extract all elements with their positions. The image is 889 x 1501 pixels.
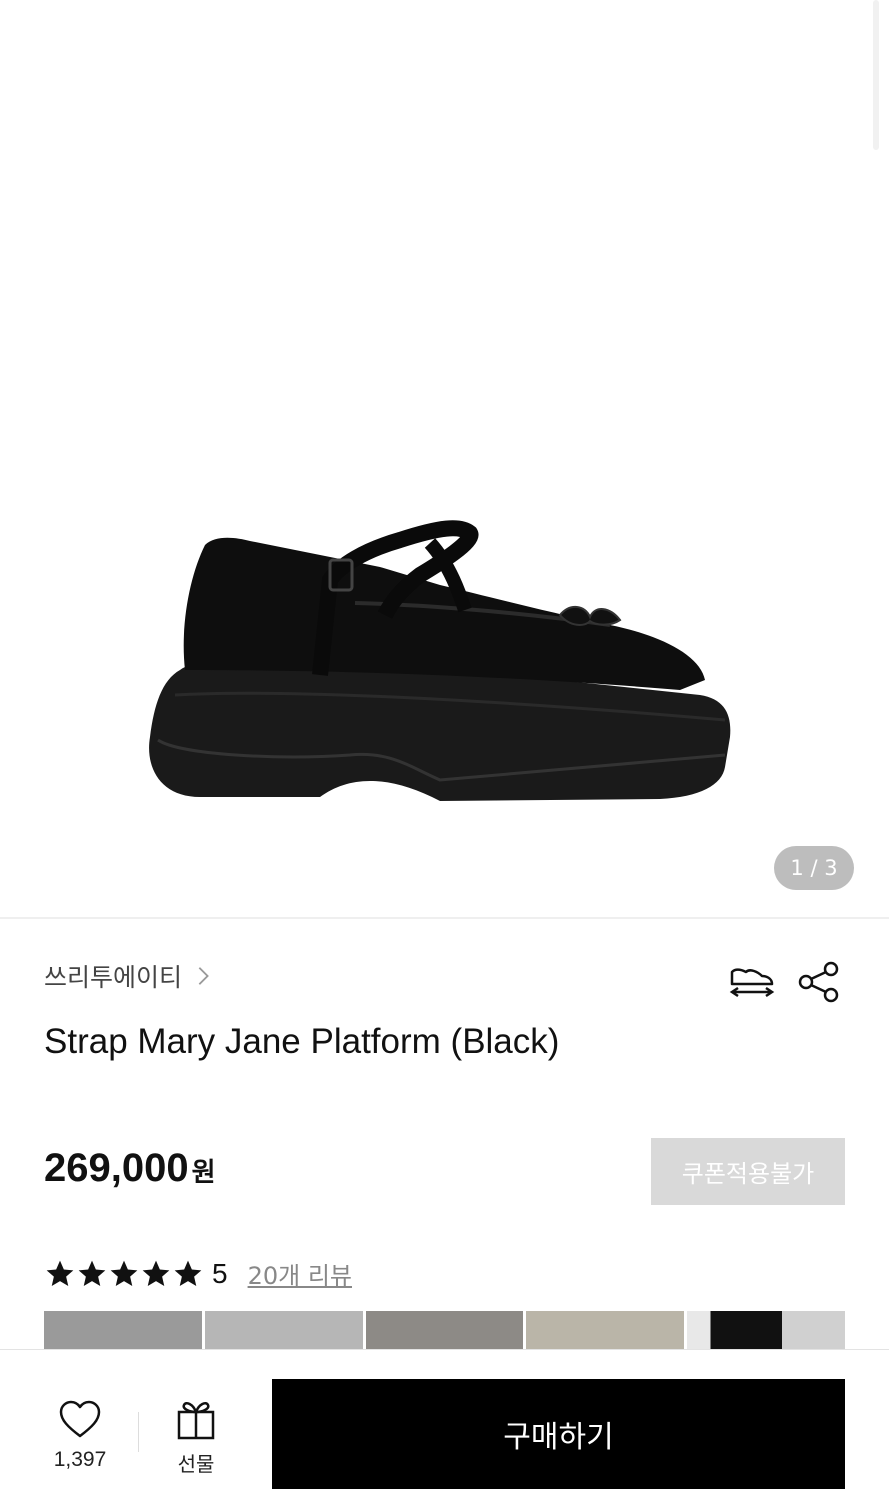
brand-link[interactable]: 쓰리투에이티 [44,958,214,994]
review-thumbnail[interactable] [365,1311,524,1349]
product-image [149,520,731,801]
product-title: Strap Mary Jane Platform (Black) [44,1022,560,1061]
rating-stars [44,1258,204,1290]
chevron-right-icon [198,967,209,985]
review-thumbnail[interactable] [204,1311,363,1349]
star-icon [78,1260,106,1286]
coupon-unavailable-button[interactable]: 쿠폰적용불가 [651,1138,845,1205]
section-divider [0,917,889,919]
gift-icon [177,1402,215,1440]
gallery-scrollbar [873,0,879,150]
review-thumbnail[interactable] [44,1311,202,1349]
shoe-size-icon[interactable] [728,958,776,1006]
bottom-action-bar: 1,397 선물 구매하기 [0,1349,889,1501]
review-thumbnail[interactable] [687,1311,845,1349]
share-icon[interactable] [797,960,841,1004]
star-icon [110,1260,138,1286]
star-icon [174,1260,202,1286]
product-price: 269,000 원 [44,1146,216,1191]
star-icon [46,1260,74,1286]
gift-button[interactable]: 선물 [156,1398,236,1477]
review-thumbnails [44,1311,845,1349]
gallery-counter: 1 / 3 [774,846,854,890]
heart-icon [59,1400,101,1438]
brand-name: 쓰리투에이티 [44,963,183,992]
bottom-divider [138,1412,139,1452]
like-count: 1,397 [53,1448,107,1471]
rating-score: 5 [212,1257,228,1289]
gift-label: 선물 [177,1452,215,1476]
review-thumbnail[interactable] [526,1311,685,1349]
buy-button[interactable]: 구매하기 [272,1379,845,1489]
price-value: 269,000 [44,1146,189,1190]
like-button[interactable]: 1,397 [40,1400,120,1472]
review-count-link[interactable]: 20개 리뷰 [248,1256,352,1291]
star-icon [142,1260,170,1286]
price-currency: 원 [191,1158,216,1188]
rating-row: 5 20개 리뷰 [44,1256,352,1291]
product-image-gallery[interactable]: 1 / 3 [0,0,889,918]
